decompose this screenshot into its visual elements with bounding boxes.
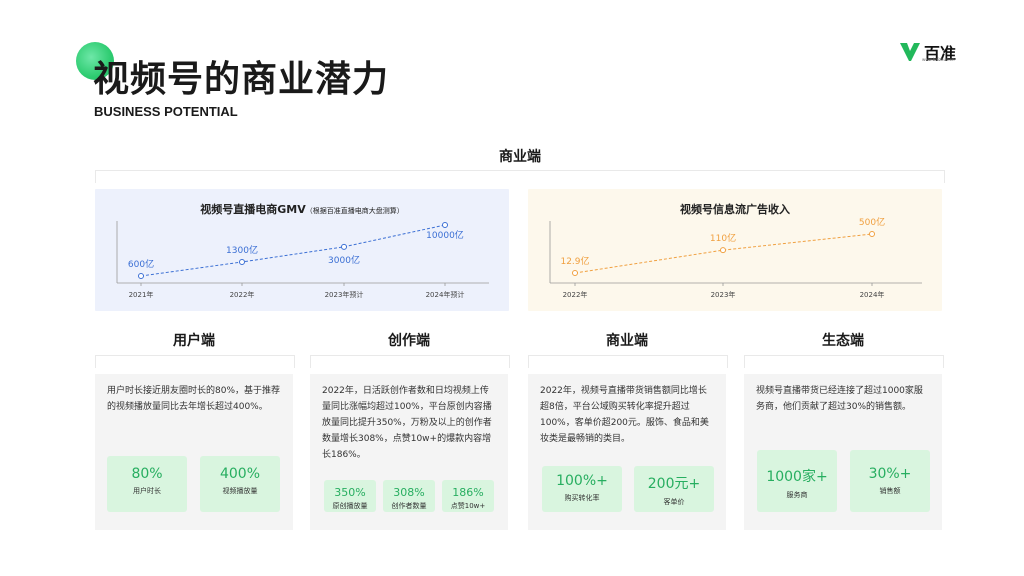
gmv-data-point bbox=[138, 273, 144, 279]
card-ecosystem: 视频号直播带货已经连接了超过1000家服务商，他们贡献了超过30%的销售额。 1… bbox=[744, 374, 942, 530]
stat-value: 350% bbox=[334, 486, 366, 499]
card-business-text: 2022年，视频号直播带货销售额同比增长超8倍，平台公域购买转化率提升超过100… bbox=[540, 386, 709, 444]
stat-original-plays: 350% 原创播放量 bbox=[324, 480, 376, 512]
card-business-heading: 商业端 bbox=[606, 333, 648, 349]
stat-conversion: 100%+ 购买转化率 bbox=[542, 466, 622, 512]
stat-value: 308% bbox=[393, 486, 425, 499]
ads-x-tick-label: 2024年 bbox=[860, 290, 885, 299]
card-ecosystem-divider bbox=[744, 355, 944, 368]
ads-chart: 12.9亿 110亿 500亿 2022年 2023年 2024年 bbox=[549, 216, 922, 299]
card-creator-text: 2022年，日活跃创作者数和日均视频上传量同比涨幅均超过100%，平台原创内容播… bbox=[322, 386, 492, 460]
stat-user-time: 80% 用户时长 bbox=[107, 456, 187, 512]
stat-label: 用户时长 bbox=[133, 487, 161, 495]
card-creator-divider bbox=[310, 355, 510, 368]
gmv-x-tick-label: 2023年预计 bbox=[325, 290, 364, 299]
card-user-heading: 用户端 bbox=[173, 333, 215, 349]
gmv-value-label: 10000亿 bbox=[426, 229, 464, 241]
top-section-divider bbox=[95, 170, 945, 183]
ads-data-point bbox=[572, 270, 578, 276]
stat-label: 服务商 bbox=[786, 491, 808, 499]
card-user-divider bbox=[95, 355, 295, 368]
stat-label: 购买转化率 bbox=[564, 494, 600, 502]
ads-x-tick-label: 2023年 bbox=[711, 290, 736, 299]
stat-creator-count: 308% 创作者数量 bbox=[383, 480, 435, 512]
stat-label: 视频播放量 bbox=[222, 487, 258, 495]
stat-value: 30%+ bbox=[868, 466, 912, 482]
gmv-chart: 600亿 1300亿 3000亿 10000亿 2021年 2022年 2023年预计 20… bbox=[116, 221, 489, 299]
gmv-value-label: 1300亿 bbox=[226, 244, 258, 256]
stat-value: 100%+ bbox=[556, 473, 608, 489]
gmv-chart-panel: 视频号直播电商GMV（根据百准直播电商大盘测算） 600亿 1300亿 3000亿 1… bbox=[95, 189, 509, 311]
stat-label: 客单价 bbox=[663, 498, 685, 506]
gmv-data-point bbox=[442, 222, 448, 228]
card-business: 2022年，视频号直播带货销售额同比增长超8倍，平台公域购买转化率提升超过100… bbox=[528, 374, 726, 530]
stat-value: 80% bbox=[131, 466, 163, 482]
stat-label: 点赞10w+ bbox=[450, 502, 486, 510]
stat-likes: 186% 点赞10w+ bbox=[442, 480, 494, 512]
top-section-heading: 商业端 bbox=[499, 149, 541, 165]
gmv-x-tick-label: 2022年 bbox=[230, 290, 255, 299]
logo-check-icon bbox=[900, 43, 920, 61]
card-user: 用户时长接近朋友圈时长的80%，基于推荐的视频播放量同比去年增长超过400%。 … bbox=[95, 374, 293, 530]
stat-avg-order: 200元+ 客单价 bbox=[634, 466, 714, 512]
stat-label: 创作者数量 bbox=[391, 502, 427, 510]
ads-value-label: 110亿 bbox=[710, 232, 736, 244]
stat-value: 200元+ bbox=[647, 476, 701, 492]
gmv-series-line bbox=[140, 224, 446, 277]
ads-chart-panel: 视频号信息流广告收入 12.9亿 110亿 500亿 2022年 2023年 2024年 bbox=[528, 189, 942, 311]
ads-value-label: 12.9亿 bbox=[560, 255, 589, 267]
logo-url: www.baizhun.cn bbox=[922, 57, 955, 62]
stat-sales-share: 30%+ 销售额 bbox=[850, 450, 930, 512]
stat-label: 销售额 bbox=[879, 487, 901, 495]
gmv-x-tick-label: 2021年 bbox=[129, 290, 154, 299]
card-business-divider bbox=[528, 355, 728, 368]
card-ecosystem-text: 视频号直播带货已经连接了超过1000家服务商，他们贡献了超过30%的销售额。 bbox=[756, 386, 923, 412]
gmv-value-label: 600亿 bbox=[128, 258, 154, 270]
card-user-text: 用户时长接近朋友圈时长的80%，基于推荐的视频播放量同比去年增长超过400%。 bbox=[107, 386, 281, 412]
stat-value: 186% bbox=[452, 486, 484, 499]
stat-label: 原创播放量 bbox=[332, 502, 368, 510]
gmv-data-point bbox=[341, 243, 347, 250]
card-creator-heading: 创作端 bbox=[388, 333, 430, 349]
card-ecosystem-heading: 生态端 bbox=[822, 333, 864, 349]
ads-x-tick-label: 2022年 bbox=[563, 290, 588, 299]
stat-value: 1000家+ bbox=[766, 469, 828, 485]
stat-service-providers: 1000家+ 服务商 bbox=[757, 450, 837, 512]
gmv-data-point bbox=[239, 258, 245, 265]
gmv-value-label: 3000亿 bbox=[328, 254, 360, 266]
card-creator: 2022年，日活跃创作者数和日均视频上传量同比涨幅均超过100%，平台原创内容播… bbox=[310, 374, 508, 530]
page-title: 视频号的商业潜力 bbox=[93, 59, 390, 100]
stat-video-plays: 400% 视频播放量 bbox=[200, 456, 280, 512]
ads-value-label: 500亿 bbox=[859, 216, 885, 228]
stat-value: 400% bbox=[219, 466, 261, 482]
ads-data-point bbox=[869, 231, 875, 237]
ads-data-point bbox=[720, 247, 726, 254]
gmv-x-tick-label: 2024年预计 bbox=[426, 290, 465, 299]
page-subtitle: BUSINESS POTENTIAL bbox=[94, 104, 238, 119]
